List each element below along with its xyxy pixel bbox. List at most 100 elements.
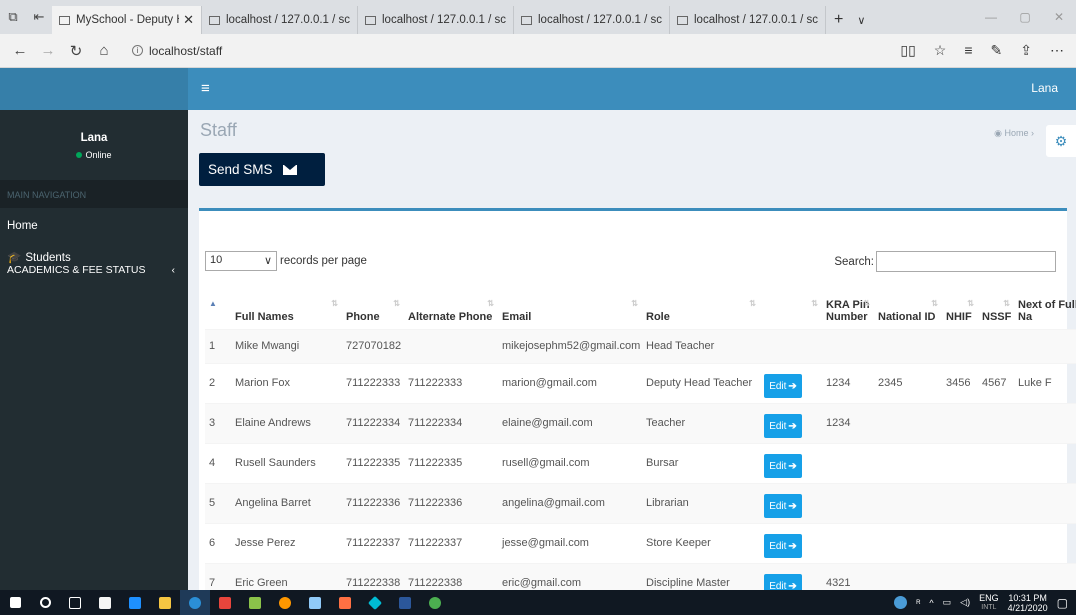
language-indicator[interactable]: ENG INTL bbox=[979, 593, 999, 613]
app-icon-green[interactable] bbox=[240, 590, 270, 615]
app-icon-orange[interactable] bbox=[270, 590, 300, 615]
back-icon[interactable]: ← bbox=[6, 42, 34, 59]
edit-label: Edit bbox=[769, 380, 787, 392]
cell-nid: 2345 bbox=[874, 362, 942, 403]
task-view-icon[interactable] bbox=[60, 590, 90, 615]
action-cell: Edit ➔ bbox=[760, 442, 822, 483]
cell-phone: 711222334 bbox=[342, 402, 404, 443]
column-header[interactable]: NSSF ⇅ bbox=[978, 283, 1014, 329]
cell-next bbox=[1014, 328, 1076, 363]
arrow-right-icon: ➔ bbox=[788, 420, 797, 432]
page-length-select[interactable]: 10 ∨ bbox=[205, 251, 277, 271]
url-field[interactable]: i localhost/staff bbox=[132, 44, 222, 58]
app-icon-blue[interactable] bbox=[300, 590, 330, 615]
more-icon[interactable]: ⋯ bbox=[1050, 42, 1064, 59]
cell-phone: 727070182 bbox=[342, 328, 404, 363]
cell-kra: 1234 bbox=[822, 402, 874, 443]
chevron-down-icon: ∨ bbox=[263, 255, 272, 267]
browser-tab[interactable]: localhost / 127.0.0.1 / schoc bbox=[514, 6, 670, 34]
breadcrumb[interactable]: ◉ Home › bbox=[994, 128, 1034, 139]
minimize-icon[interactable]: — bbox=[974, 0, 1008, 34]
sidebar-item-label: Students bbox=[25, 252, 71, 264]
edit-button[interactable]: Edit ➔ bbox=[764, 534, 802, 558]
column-header[interactable]: Role ⇅ bbox=[642, 283, 760, 329]
new-tab-icon[interactable]: + bbox=[834, 11, 843, 29]
browser-tab[interactable]: MySchool - Deputy Hea ✕ bbox=[52, 6, 202, 34]
git-icon[interactable] bbox=[360, 590, 390, 615]
column-header[interactable]: Phone ⇅ bbox=[342, 283, 404, 329]
notifications-icon[interactable]: ▢ bbox=[1057, 596, 1068, 610]
edge-icon[interactable] bbox=[180, 590, 210, 615]
favorite-star-icon[interactable]: ☆ bbox=[934, 42, 947, 59]
file-explorer-icon[interactable] bbox=[150, 590, 180, 615]
column-header[interactable]: Alternate Phone ⇅ bbox=[404, 283, 498, 329]
pen-icon[interactable]: ✎ bbox=[991, 42, 1003, 59]
word-icon[interactable] bbox=[390, 590, 420, 615]
reading-view-icon[interactable]: ▯▯ bbox=[900, 42, 915, 59]
home-icon[interactable]: ⌂ bbox=[90, 42, 118, 59]
sidebar-toggle-icon[interactable]: ≡ bbox=[201, 80, 210, 97]
share-icon[interactable]: ⇪ bbox=[1020, 42, 1032, 59]
tab-actions-icon[interactable]: ⧉ bbox=[0, 0, 26, 34]
edit-label: Edit bbox=[769, 460, 787, 472]
refresh-icon[interactable]: ↻ bbox=[62, 42, 90, 60]
column-header[interactable]: ▲ bbox=[205, 283, 231, 329]
favorites-list-icon[interactable]: ≡ bbox=[964, 42, 972, 59]
cell-name: Marion Fox bbox=[231, 362, 342, 403]
column-header[interactable]: Next of Full Na bbox=[1014, 283, 1076, 329]
maximize-icon[interactable]: ▢ bbox=[1008, 0, 1042, 34]
tab-aside-icon[interactable]: ⇤ bbox=[26, 0, 52, 34]
volume-icon[interactable]: ◁) bbox=[960, 597, 970, 608]
column-header[interactable]: National ID ⇅ bbox=[874, 283, 942, 329]
page-icon bbox=[209, 15, 220, 25]
edit-button[interactable]: Edit ➔ bbox=[764, 414, 802, 438]
cell-name: Eric Green bbox=[231, 562, 342, 590]
app-icon-red[interactable] bbox=[210, 590, 240, 615]
tab-list-chevron-icon[interactable]: ∨ bbox=[857, 14, 865, 27]
edit-button[interactable]: Edit ➔ bbox=[764, 454, 802, 478]
column-header[interactable]: ⇅ bbox=[760, 283, 822, 329]
sidebar-item-home[interactable]: Home bbox=[0, 208, 188, 244]
online-dot-icon bbox=[76, 152, 83, 158]
column-header[interactable]: Full Names ⇅ bbox=[231, 283, 342, 329]
cell-kra bbox=[822, 522, 874, 563]
edit-button[interactable]: Edit ➔ bbox=[764, 494, 802, 518]
windows-start-icon[interactable] bbox=[0, 590, 30, 615]
header-user-menu[interactable]: Lana bbox=[1031, 81, 1058, 95]
browser-tab[interactable]: localhost / 127.0.0.1 / schoc bbox=[670, 6, 826, 34]
cell-nhif bbox=[942, 328, 978, 363]
column-header[interactable]: KRA Pin Number ⇅ bbox=[822, 283, 874, 329]
tray-chevron-up-icon[interactable]: ^ bbox=[929, 598, 933, 608]
clock[interactable]: 10:31 PM 4/21/2020 bbox=[1008, 593, 1048, 613]
sidebar-user-name: Lana bbox=[80, 132, 108, 144]
paint-icon[interactable] bbox=[420, 590, 450, 615]
people-icon[interactable]: ᴿ bbox=[916, 598, 920, 608]
breadcrumb-home[interactable]: Home bbox=[1004, 128, 1028, 138]
edit-button[interactable]: Edit ➔ bbox=[764, 374, 802, 398]
close-window-icon[interactable]: ✕ bbox=[1042, 0, 1076, 34]
table-row: 4 Rusell Saunders 711222335 711222335 rusell… bbox=[205, 442, 1076, 483]
sort-icon: ⇅ bbox=[331, 299, 338, 308]
browser-tab[interactable]: localhost / 127.0.0.1 / schoc bbox=[202, 6, 358, 34]
cell-alt bbox=[404, 328, 498, 363]
settings-gear-icon[interactable]: ⚙ bbox=[1046, 125, 1076, 157]
cell-role: Teacher bbox=[642, 402, 760, 443]
battery-icon[interactable]: ▭ bbox=[943, 597, 952, 608]
browser-tab[interactable]: localhost / 127.0.0.1 / schoc bbox=[358, 6, 514, 34]
sidebar-item-students[interactable]: 🎓 Students ACADEMICS & FEE STATUS ‹ bbox=[0, 244, 188, 288]
forward-icon[interactable]: → bbox=[34, 42, 62, 59]
search-icon[interactable] bbox=[30, 590, 60, 615]
sublime-icon[interactable] bbox=[330, 590, 360, 615]
help-icon[interactable] bbox=[894, 596, 908, 609]
column-header-label: Full Names bbox=[235, 310, 294, 323]
edit-button[interactable]: Edit ➔ bbox=[764, 574, 802, 590]
column-header-label: Role bbox=[646, 310, 670, 323]
column-header[interactable]: NHIF ⇅ bbox=[942, 283, 978, 329]
send-sms-button[interactable]: Send SMS bbox=[199, 153, 325, 186]
column-header[interactable]: Email ⇅ bbox=[498, 283, 642, 329]
site-info-icon[interactable]: i bbox=[132, 45, 143, 56]
store-icon[interactable] bbox=[90, 590, 120, 615]
store-bag-icon[interactable] bbox=[120, 590, 150, 615]
close-tab-icon[interactable]: ✕ bbox=[183, 12, 194, 28]
search-input[interactable] bbox=[876, 251, 1056, 272]
